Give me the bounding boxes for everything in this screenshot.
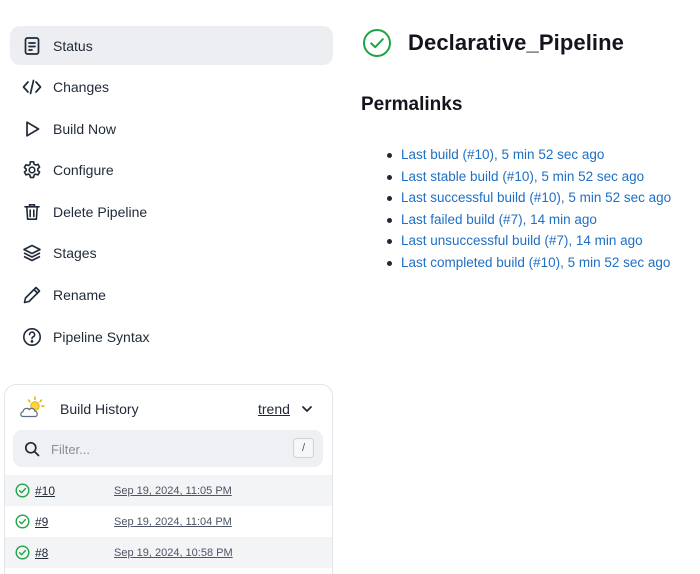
success-check-icon	[15, 483, 30, 498]
sidebar-item-changes[interactable]: Changes	[10, 68, 333, 107]
gear-icon	[22, 160, 42, 180]
trend-link[interactable]: trend	[258, 401, 290, 417]
chevron-down-icon[interactable]	[301, 402, 313, 414]
sidebar: Status Changes Build Now Configure Delet…	[10, 26, 333, 359]
build-number-link[interactable]: #10	[35, 484, 55, 498]
permalinks-heading: Permalinks	[361, 94, 463, 115]
layers-icon	[22, 243, 42, 263]
sidebar-item-configure[interactable]: Configure	[10, 151, 333, 190]
permalink-last-completed-build[interactable]: Last completed build (#10), 5 min 52 sec…	[401, 255, 670, 270]
success-check-icon	[15, 545, 30, 560]
trash-icon	[22, 202, 42, 222]
success-check-icon	[15, 514, 30, 529]
pencil-icon	[22, 285, 42, 305]
build-history-header: Build History trend	[5, 385, 332, 429]
build-number-link[interactable]: #8	[35, 546, 48, 560]
build-list: #10 Sep 19, 2024, 11:05 PM #9 Sep 19, 20…	[5, 475, 332, 568]
sidebar-item-stages[interactable]: Stages	[10, 234, 333, 273]
sidebar-item-label: Rename	[53, 287, 106, 304]
build-date-link[interactable]: Sep 19, 2024, 11:05 PM	[114, 485, 232, 497]
build-row: #9 Sep 19, 2024, 11:04 PM	[5, 506, 332, 537]
permalink-last-stable-build[interactable]: Last stable build (#10), 5 min 52 sec ag…	[401, 169, 644, 184]
build-history-title: Build History	[60, 401, 139, 417]
success-check-icon	[362, 28, 392, 58]
build-date-link[interactable]: Sep 19, 2024, 10:58 PM	[114, 547, 233, 559]
filter-input[interactable]	[51, 438, 281, 460]
permalink-last-failed-build[interactable]: Last failed build (#7), 14 min ago	[401, 212, 597, 227]
build-row: #10 Sep 19, 2024, 11:05 PM	[5, 475, 332, 506]
help-icon	[22, 327, 42, 347]
sidebar-item-build-now[interactable]: Build Now	[10, 109, 333, 148]
permalink-last-unsuccessful-build[interactable]: Last unsuccessful build (#7), 14 min ago	[401, 233, 643, 248]
document-icon	[22, 36, 42, 56]
sidebar-item-delete-pipeline[interactable]: Delete Pipeline	[10, 192, 333, 231]
build-number-link[interactable]: #9	[35, 515, 48, 529]
build-history-panel: Build History trend / #10 Sep 19, 2024, …	[4, 384, 333, 574]
permalink-last-build[interactable]: Last build (#10), 5 min 52 sec ago	[401, 147, 604, 162]
sidebar-item-label: Delete Pipeline	[53, 203, 148, 220]
sidebar-item-label: Status	[53, 37, 93, 54]
build-row: #8 Sep 19, 2024, 10:58 PM	[5, 537, 332, 568]
build-date-link[interactable]: Sep 19, 2024, 11:04 PM	[114, 516, 232, 528]
code-icon	[22, 77, 42, 97]
sidebar-item-pipeline-syntax[interactable]: Pipeline Syntax	[10, 317, 333, 356]
permalink-last-successful-build[interactable]: Last successful build (#10), 5 min 52 se…	[401, 190, 671, 205]
sidebar-item-status[interactable]: Status	[10, 26, 333, 65]
search-icon	[24, 441, 40, 457]
build-filter: /	[13, 430, 323, 467]
sidebar-item-label: Pipeline Syntax	[53, 328, 150, 345]
sidebar-item-label: Changes	[53, 79, 110, 96]
sidebar-item-label: Stages	[53, 245, 97, 262]
page-title: Declarative_Pipeline	[408, 30, 625, 55]
job-header: Declarative_Pipeline	[362, 28, 624, 58]
sidebar-item-label: Configure	[53, 162, 114, 179]
sidebar-item-label: Build Now	[53, 120, 117, 137]
keyboard-shortcut-hint: /	[293, 438, 314, 458]
play-icon	[22, 119, 42, 139]
sidebar-item-rename[interactable]: Rename	[10, 276, 333, 315]
weather-sunny-cloud-icon	[19, 396, 45, 420]
